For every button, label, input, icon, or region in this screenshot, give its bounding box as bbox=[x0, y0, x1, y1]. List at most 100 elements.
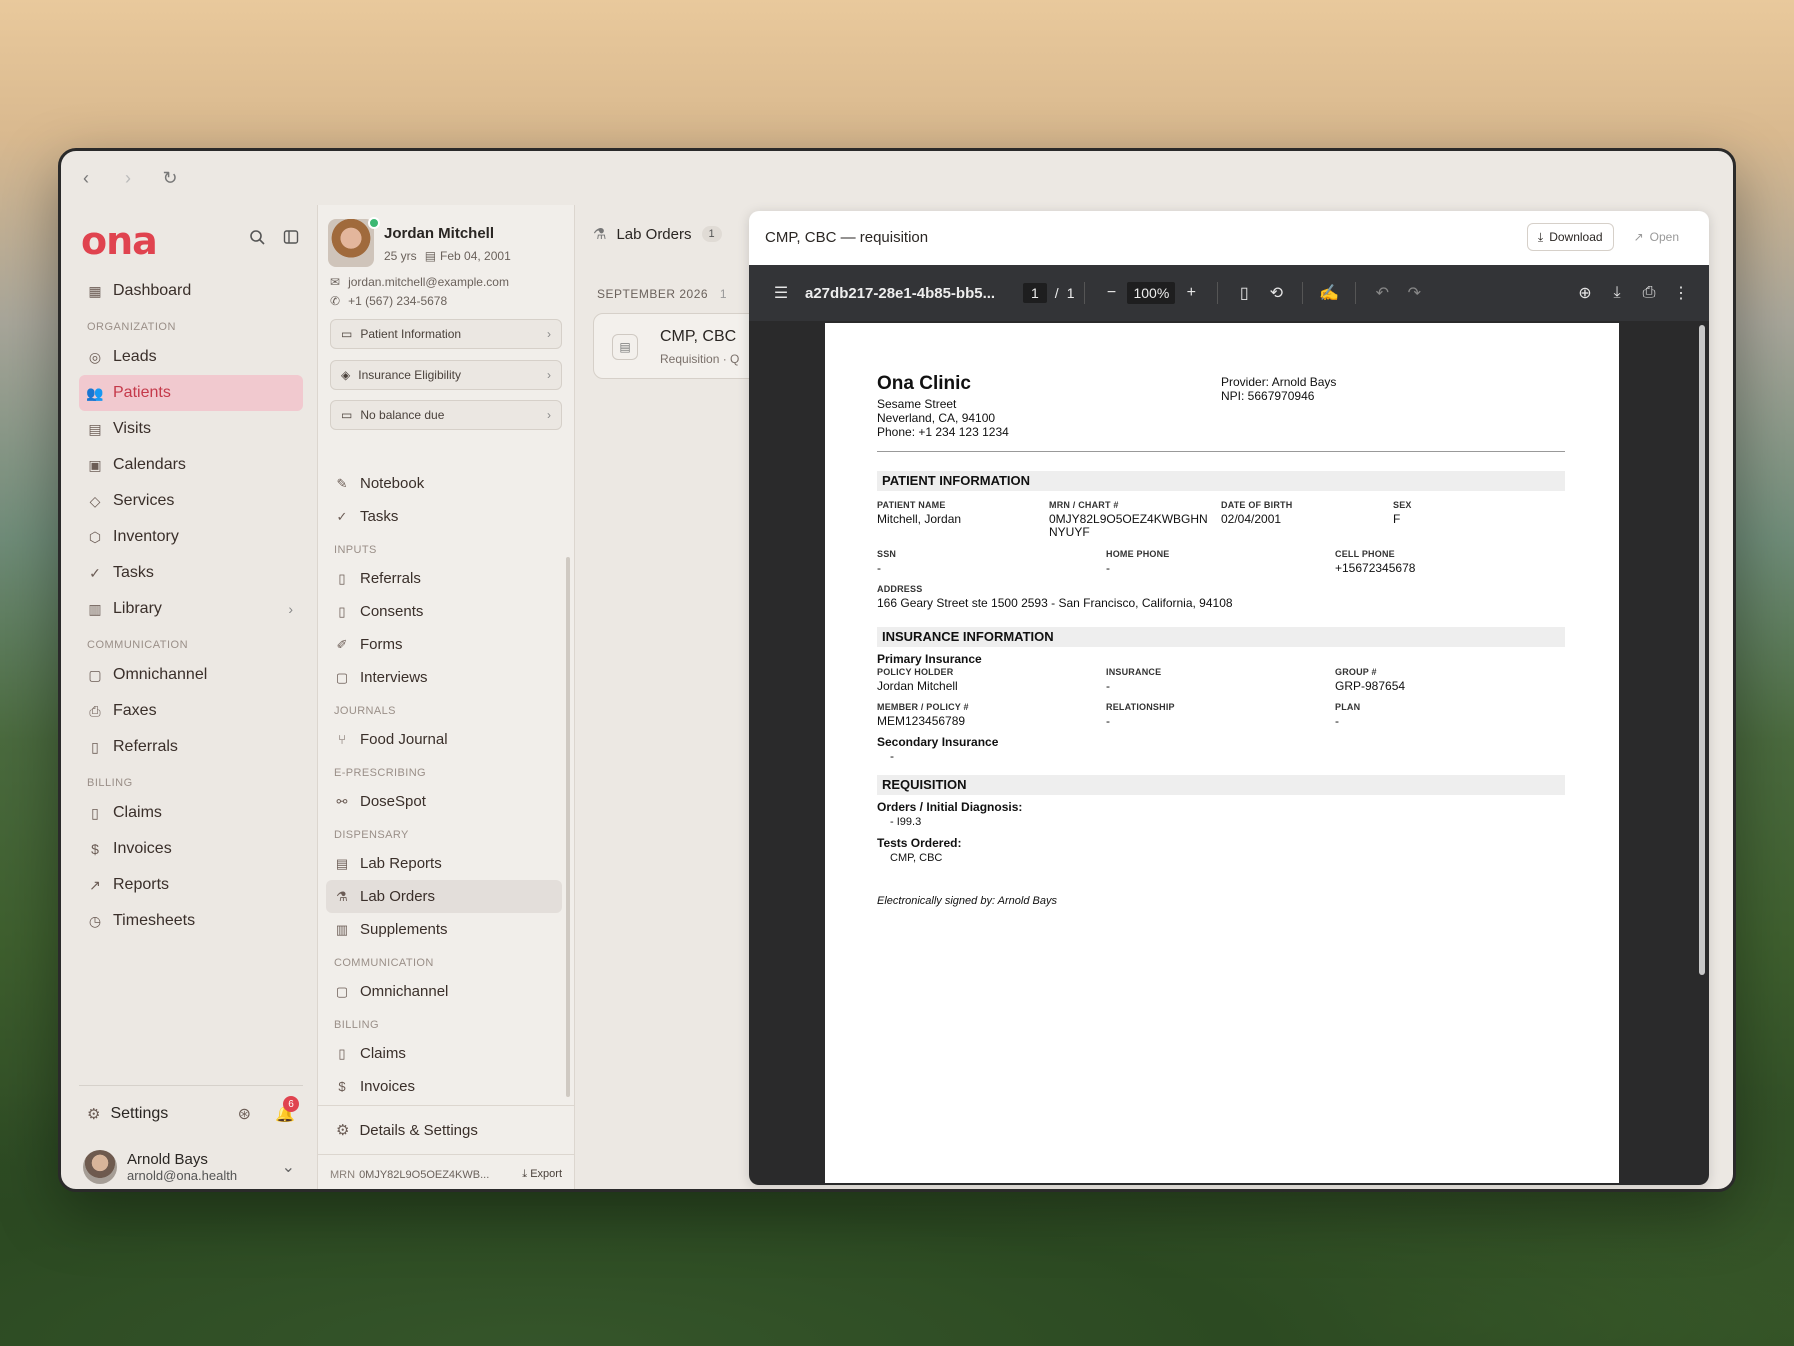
reload-button[interactable]: ↻ bbox=[159, 167, 181, 189]
receipt-icon: ▯ bbox=[91, 804, 99, 821]
nav-list: ▦ Dashboard ORGANIZATION ◎ Leads 👥 Patients… bbox=[79, 273, 303, 939]
patient-menu-lab-reports[interactable]: ▤ Lab Reports bbox=[326, 847, 562, 880]
nav-item-dashboard[interactable]: ▦ Dashboard bbox=[79, 273, 303, 309]
label-member: MEMBER / POLICY # bbox=[877, 702, 969, 712]
nav-item-library[interactable]: ▥ Library › bbox=[79, 591, 303, 627]
balance-button[interactable]: ▭ No balance due › bbox=[330, 400, 562, 430]
annotate-icon[interactable]: ✍ bbox=[1313, 283, 1345, 303]
chat-icon: ▢ bbox=[335, 983, 349, 999]
patient-menu-consents[interactable]: ▯ Consents bbox=[326, 595, 562, 628]
patient-menu-tasks[interactable]: ✓ Tasks bbox=[326, 500, 562, 533]
download-button[interactable]: ⤓ Download bbox=[1526, 223, 1614, 251]
insurance-eligibility-button[interactable]: ◈ Insurance Eligibility › bbox=[330, 360, 562, 390]
details-settings-link[interactable]: ⚙ Details & Settings bbox=[318, 1106, 574, 1154]
more-options-icon[interactable]: ⋮ bbox=[1665, 283, 1697, 303]
patient-menu-dosespot[interactable]: ⚯ DoseSpot bbox=[326, 785, 562, 818]
nav-item-timesheets[interactable]: ◷ Timesheets bbox=[79, 903, 303, 939]
nav-item-tasks[interactable]: ✓ Tasks bbox=[79, 555, 303, 591]
settings-link[interactable]: Settings bbox=[110, 1105, 168, 1123]
undo-icon[interactable]: ↶ bbox=[1366, 283, 1398, 303]
pdf-scrollbar[interactable] bbox=[1699, 325, 1705, 975]
nav-item-invoices[interactable]: $ Invoices bbox=[79, 831, 303, 867]
patient-menu-referrals[interactable]: ▯ Referrals bbox=[326, 562, 562, 595]
patient-menu-supplements[interactable]: ▥ Supplements bbox=[326, 913, 562, 946]
patient-phone[interactable]: +1 (567) 234-5678 bbox=[348, 294, 447, 308]
zoom-in-icon[interactable]: + bbox=[1175, 284, 1207, 302]
nav-item-inventory[interactable]: ⬡ Inventory bbox=[79, 519, 303, 555]
fit-page-icon[interactable]: ▯ bbox=[1228, 283, 1260, 303]
sidebar-toggle-icon[interactable] bbox=[283, 229, 299, 250]
value-address: 166 Geary Street ste 1500 2593 - San Fra… bbox=[877, 596, 1233, 610]
user-menu[interactable]: Arnold Bays arnold@ona.health ⌄ bbox=[79, 1142, 303, 1189]
orders-diagnosis-label: Orders / Initial Diagnosis: bbox=[877, 800, 1023, 814]
nav-item-referrals[interactable]: ▯ Referrals bbox=[79, 729, 303, 765]
help-icon[interactable]: ⊛ bbox=[238, 1104, 251, 1124]
nav-item-visits[interactable]: ▤ Visits bbox=[79, 411, 303, 447]
nav-item-leads[interactable]: ◎ Leads bbox=[79, 339, 303, 375]
menu-icon[interactable]: ☰ bbox=[765, 283, 797, 303]
nav-item-omnichannel[interactable]: ▢ Omnichannel bbox=[79, 657, 303, 693]
grid-icon: ▦ bbox=[88, 282, 102, 299]
nav-item-claims[interactable]: ▯ Claims bbox=[79, 795, 303, 831]
phone-icon: ✆ bbox=[330, 294, 341, 308]
online-status-dot bbox=[368, 217, 380, 229]
order-subtitle: Requisition · Q bbox=[660, 352, 740, 366]
nav-item-faxes[interactable]: ⎙ Faxes bbox=[79, 693, 303, 729]
patient-info-heading: PATIENT INFORMATION bbox=[877, 471, 1565, 491]
search-icon[interactable] bbox=[249, 229, 265, 250]
flask-icon: ⚗ bbox=[593, 226, 607, 243]
patient-menu-scrollbar[interactable] bbox=[566, 557, 570, 1097]
tests-ordered-label: Tests Ordered: bbox=[877, 836, 962, 850]
gear-icon: ⚙ bbox=[87, 1106, 101, 1123]
zoom-level[interactable]: 100% bbox=[1127, 282, 1176, 304]
open-button[interactable]: ↗ Open bbox=[1624, 223, 1689, 251]
app-window: ‹ › ↻ ona ▦ Dashboard ORGANIZATION ◎ Leads… bbox=[58, 148, 1736, 1192]
mail-icon: ✉ bbox=[330, 275, 341, 289]
label-address: ADDRESS bbox=[877, 584, 923, 594]
patient-menu-forms[interactable]: ✐ Forms bbox=[326, 628, 562, 661]
bell-icon[interactable]: 🔔 6 bbox=[275, 1096, 300, 1124]
shield-icon: ◈ bbox=[341, 368, 351, 382]
patient-menu-omnichannel[interactable]: ▢ Omnichannel bbox=[326, 975, 562, 1008]
check-circle-icon: ✓ bbox=[336, 508, 348, 524]
electronic-signature: Electronically signed by: Arnold Bays bbox=[877, 895, 1057, 907]
nav-item-services[interactable]: ◇ Services bbox=[79, 483, 303, 519]
value-plan: - bbox=[1335, 714, 1339, 728]
tests-ordered-value: CMP, CBC bbox=[890, 852, 943, 864]
value-insurance: - bbox=[1106, 679, 1110, 693]
patient-email[interactable]: jordan.mitchell@example.com bbox=[348, 275, 509, 289]
chevron-right-icon: › bbox=[547, 368, 551, 382]
bottle-icon: ▥ bbox=[335, 921, 349, 937]
export-button[interactable]: ⤓ Export bbox=[522, 1168, 562, 1181]
zoom-out-icon[interactable]: − bbox=[1095, 284, 1127, 302]
flask-icon: ⚗ bbox=[336, 888, 348, 904]
page-number-input[interactable]: 1 bbox=[1023, 283, 1047, 303]
pdf-download-icon[interactable]: ⤓ bbox=[1601, 284, 1633, 302]
nav-item-reports[interactable]: ↗ Reports bbox=[79, 867, 303, 903]
nav-item-calendars[interactable]: ▣ Calendars bbox=[79, 447, 303, 483]
patient-menu-claims[interactable]: ▯ Claims bbox=[326, 1037, 562, 1070]
patient-menu-food-journal[interactable]: ⑂ Food Journal bbox=[326, 723, 562, 756]
rotate-icon[interactable]: ⟲ bbox=[1260, 283, 1292, 303]
add-signature-icon[interactable]: ⊕ bbox=[1569, 283, 1601, 303]
patient-information-button[interactable]: ▭ Patient Information › bbox=[330, 319, 562, 349]
ona-logo[interactable]: ona bbox=[81, 219, 158, 263]
print-icon[interactable]: ⎙ bbox=[1633, 284, 1665, 302]
patient-menu-lab-orders[interactable]: ⚗ Lab Orders bbox=[326, 880, 562, 913]
label-ssn: SSN bbox=[877, 549, 897, 559]
patient-menu-notebook[interactable]: ✎ Notebook bbox=[326, 467, 562, 500]
back-button[interactable]: ‹ bbox=[75, 167, 97, 189]
patient-photo bbox=[328, 219, 374, 267]
nav-item-patients[interactable]: 👥 Patients bbox=[79, 375, 303, 411]
calendar-icon: ▤ bbox=[424, 249, 437, 263]
patient-menu-interviews[interactable]: ▢ Interviews bbox=[326, 661, 562, 694]
redo-icon[interactable]: ↷ bbox=[1398, 283, 1430, 303]
forward-button[interactable]: › bbox=[117, 167, 139, 189]
patient-menu-invoices[interactable]: $ Invoices bbox=[326, 1070, 562, 1103]
label-mrn: MRN / CHART # bbox=[1049, 500, 1119, 510]
nav-section-organization: ORGANIZATION bbox=[87, 321, 176, 333]
toolbar-divider bbox=[1355, 282, 1357, 304]
chevron-down-icon[interactable]: ⌄ bbox=[282, 1157, 295, 1177]
label-patient-name: PATIENT NAME bbox=[877, 500, 946, 510]
chat-icon: ▢ bbox=[88, 666, 102, 683]
